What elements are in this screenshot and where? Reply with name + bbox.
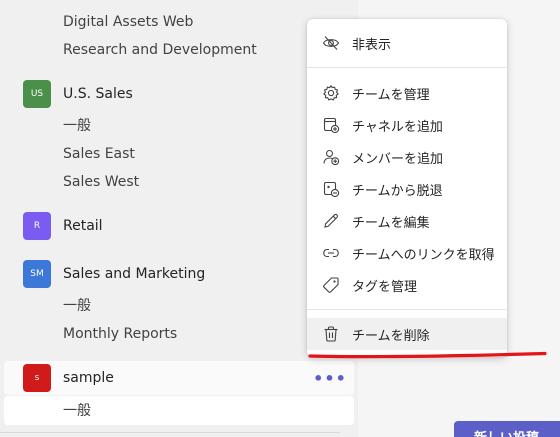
team-avatar: R: [23, 212, 51, 240]
team-name: U.S. Sales: [63, 86, 133, 102]
team-avatar: SM: [23, 260, 51, 288]
gear-icon: [321, 83, 341, 103]
team-avatar: s: [23, 364, 51, 392]
menu-separator: [307, 309, 507, 310]
pencil-icon: [321, 211, 341, 231]
teams-sidebar: Digital Assets Web Research and Developm…: [0, 0, 358, 437]
menu-item-add-member[interactable]: メンバーを追加: [307, 141, 507, 173]
menu-item-add-channel[interactable]: チャネルを追加: [307, 109, 507, 141]
channel-item[interactable]: Sales West: [0, 171, 358, 193]
menu-item-label: チャネルを追加: [352, 119, 443, 135]
channel-label: Sales East: [63, 146, 135, 162]
team-item-us-sales[interactable]: US U.S. Sales: [0, 79, 358, 109]
channel-item[interactable]: Research and Development: [0, 39, 358, 61]
link-icon: [321, 243, 341, 263]
menu-separator: [307, 67, 507, 68]
menu-item-delete-team[interactable]: チームを削除: [307, 318, 507, 350]
menu-item-label: チームを削除: [352, 328, 430, 344]
red-underline-annotation: [308, 350, 548, 360]
channel-item[interactable]: Monthly Reports: [0, 323, 358, 345]
add-channel-icon: [321, 115, 341, 135]
sidebar-divider: [0, 432, 340, 433]
team-name: sample: [63, 370, 114, 386]
team-name: Retail: [63, 218, 103, 234]
menu-item-label: メンバーを追加: [352, 151, 444, 167]
leave-team-icon: [321, 179, 341, 199]
menu-item-label: チームへのリンクを取得: [352, 247, 495, 263]
channel-label: 一般: [63, 403, 91, 419]
tag-icon: [321, 275, 341, 295]
add-member-icon: [321, 147, 341, 167]
team-avatar: US: [23, 80, 51, 108]
trash-icon: [321, 324, 341, 344]
channel-label: Digital Assets Web: [63, 14, 194, 30]
menu-item-leave-team[interactable]: チームから脱退: [307, 173, 507, 205]
channel-item[interactable]: 一般: [0, 294, 358, 316]
channel-label: Research and Development: [63, 42, 257, 58]
hide-icon: [321, 33, 341, 53]
menu-item-label: チームを編集: [352, 215, 430, 231]
menu-item-label: 非表示: [352, 37, 392, 53]
menu-item-edit-team[interactable]: チームを編集: [307, 205, 507, 237]
channel-label: 一般: [63, 118, 91, 134]
channel-label: Sales West: [63, 174, 140, 190]
channel-item[interactable]: Digital Assets Web: [0, 11, 358, 33]
channel-label: Monthly Reports: [63, 326, 178, 342]
menu-item-get-link[interactable]: チームへのリンクを取得: [307, 237, 507, 269]
team-item-retail[interactable]: R Retail: [0, 211, 358, 241]
team-name: Sales and Marketing: [63, 266, 206, 282]
team-item-sample[interactable]: s sample •••: [0, 363, 358, 393]
menu-item-manage-tags[interactable]: タグを管理: [307, 269, 507, 301]
team-context-menu: 非表示 チームを管理 チャネルを追加 メンバーを追加 チームから脱退 チームを編…: [307, 19, 507, 357]
more-options-button[interactable]: •••: [313, 368, 346, 388]
menu-item-label: チームから脱退: [352, 183, 443, 199]
menu-item-label: チームを管理: [352, 87, 430, 103]
menu-item-manage-team[interactable]: チームを管理: [307, 77, 507, 109]
menu-item-label: タグを管理: [352, 279, 418, 295]
channel-label: 一般: [63, 298, 91, 314]
new-post-button[interactable]: 新しい投稿: [454, 421, 560, 437]
channel-item[interactable]: 一般: [0, 114, 358, 136]
channel-item[interactable]: 一般: [0, 399, 358, 421]
team-item-sales-and-marketing[interactable]: SM Sales and Marketing: [0, 259, 358, 289]
channel-item[interactable]: Sales East: [0, 143, 358, 165]
menu-item-hide[interactable]: 非表示: [307, 27, 507, 59]
new-post-label: 新しい投稿: [474, 427, 539, 437]
